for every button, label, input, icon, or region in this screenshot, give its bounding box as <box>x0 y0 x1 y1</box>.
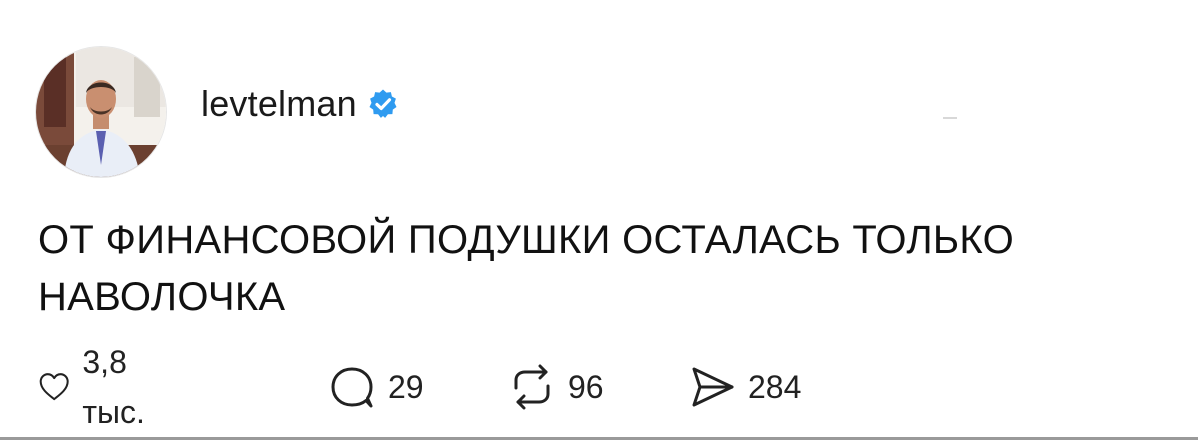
paper-plane-icon <box>692 367 734 407</box>
comment-bubble-icon <box>331 367 373 408</box>
post-header: levtelman <box>201 82 399 126</box>
like-count: 3,8 тыс. <box>82 344 145 430</box>
username[interactable]: levtelman <box>201 82 357 126</box>
reply-count: 29 <box>388 369 424 405</box>
share-count: 284 <box>748 369 802 405</box>
avatar-photo <box>36 47 166 177</box>
post-text-line: НАВОЛОЧКА <box>38 275 286 319</box>
post-card: levtelman ОТ ФИНАНСОВОЙ ПОДУШКИ ОСТАЛАСЬ… <box>0 0 1198 440</box>
repost-arrows-icon <box>514 364 550 410</box>
post-text-line: ОТ ФИНАНСОВОЙ ПОДУШКИ ОСТАЛАСЬ ТОЛЬКО <box>38 218 1014 262</box>
like-button[interactable]: 3,8 тыс. <box>38 344 161 430</box>
avatar[interactable] <box>36 47 166 177</box>
post-text: ОТ ФИНАНСОВОЙ ПОДУШКИ ОСТАЛАСЬ ТОЛЬКО НА… <box>38 212 1158 326</box>
share-button[interactable]: 284 <box>688 362 801 412</box>
verified-badge-icon <box>369 89 397 118</box>
divider-mark <box>943 117 957 119</box>
repost-count: 96 <box>568 369 604 405</box>
repost-button[interactable]: 96 <box>508 362 604 412</box>
heart-icon <box>39 373 69 401</box>
reply-button[interactable]: 29 <box>328 362 424 412</box>
